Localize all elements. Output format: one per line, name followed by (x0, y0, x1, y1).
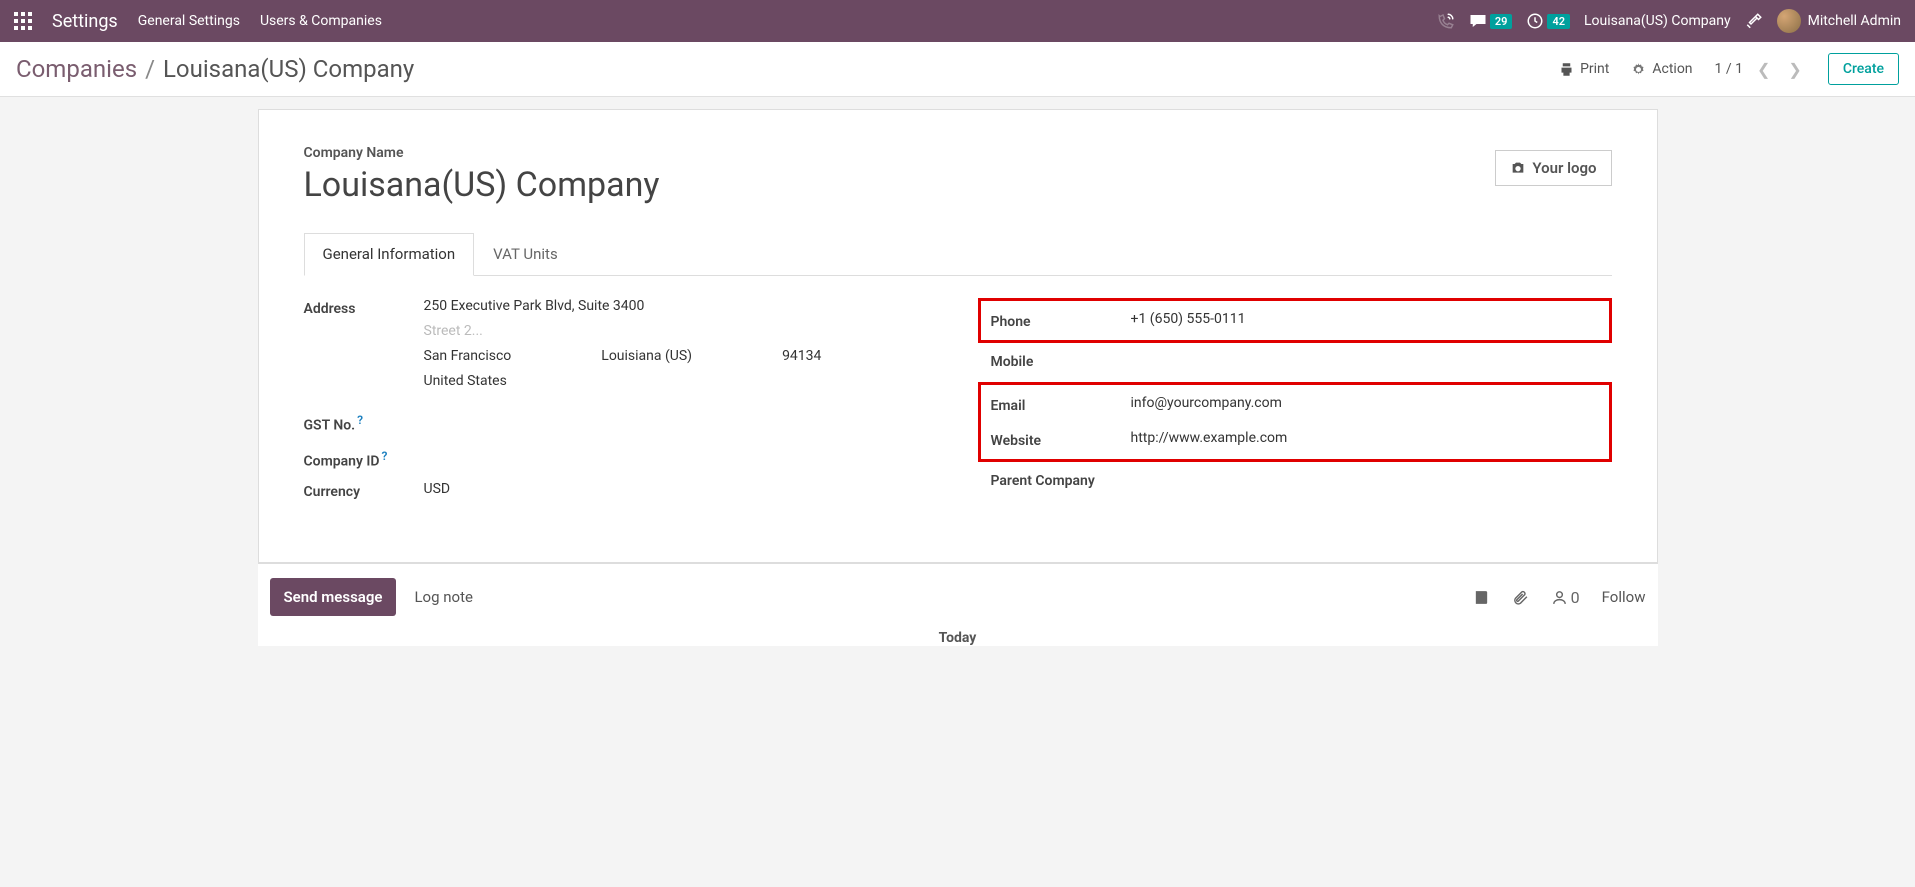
currency-value[interactable]: USD (424, 481, 938, 497)
gst-help-icon[interactable]: ? (357, 413, 363, 427)
highlight-phone: Phone +1 (650) 555-0111 (978, 298, 1612, 343)
print-button[interactable]: Print (1559, 61, 1609, 77)
nav-general-settings[interactable]: General Settings (138, 13, 240, 29)
action-bar: Companies / Louisana(US) Company Print A… (0, 42, 1915, 97)
pager: 1 / 1 ❮ ❯ (1715, 56, 1806, 83)
app-title: Settings (52, 11, 118, 32)
nav-users-companies[interactable]: Users & Companies (260, 13, 382, 29)
gst-no-label: GST No.? (304, 410, 424, 434)
messages-badge: 29 (1490, 14, 1513, 29)
send-message-button[interactable]: Send message (270, 578, 397, 616)
address-zip[interactable]: 94134 (782, 348, 821, 364)
company-id-help-icon[interactable]: ? (382, 449, 388, 463)
action-button[interactable]: Action (1631, 61, 1692, 77)
breadcrumb: Companies / Louisana(US) Company (16, 55, 414, 83)
form-sheet: Your logo Company Name Louisana(US) Comp… (258, 109, 1658, 563)
avatar (1777, 9, 1801, 33)
address-label: Address (304, 298, 424, 317)
form-col-right: Phone +1 (650) 555-0111 Mobile Email inf… (978, 298, 1612, 512)
messages-icon[interactable]: 29 (1469, 12, 1513, 30)
breadcrumb-sep: / (145, 55, 155, 83)
today-separator: Today (258, 630, 1658, 646)
top-nav: Settings General Settings Users & Compan… (0, 0, 1915, 42)
tabs: General Information VAT Units (304, 233, 1612, 276)
create-button[interactable]: Create (1828, 53, 1899, 85)
tab-vat-units[interactable]: VAT Units (474, 233, 577, 275)
mobile-label: Mobile (991, 351, 1131, 370)
pager-prev[interactable]: ❮ (1753, 56, 1774, 83)
address-country[interactable]: United States (424, 373, 938, 389)
activities-badge: 42 (1547, 14, 1570, 29)
followers-count: 0 (1571, 588, 1580, 607)
form-col-left: Address 250 Executive Park Blvd, Suite 3… (304, 298, 938, 512)
address-street2[interactable]: Street 2... (424, 323, 938, 339)
pager-next[interactable]: ❯ (1784, 56, 1805, 83)
address-city[interactable]: San Francisco (424, 348, 512, 364)
breadcrumb-root[interactable]: Companies (16, 55, 137, 83)
company-switcher[interactable]: Louisana(US) Company (1584, 13, 1731, 29)
email-value[interactable]: info@yourcompany.com (1131, 395, 1599, 411)
company-id-label: Company ID? (304, 446, 424, 470)
attachment-icon[interactable] (1512, 589, 1529, 606)
tab-general-information[interactable]: General Information (304, 233, 475, 276)
website-value[interactable]: http://www.example.com (1131, 430, 1599, 446)
activities-icon[interactable]: 42 (1526, 12, 1570, 30)
phone-icon[interactable] (1437, 12, 1455, 30)
chatter: Send message Log note 0 Follow Today (258, 563, 1658, 646)
breadcrumb-current: Louisana(US) Company (163, 55, 414, 83)
pager-text: 1 / 1 (1715, 61, 1743, 77)
address-state[interactable]: Louisiana (US) (601, 348, 692, 364)
currency-label: Currency (304, 481, 424, 500)
email-label: Email (991, 395, 1131, 414)
apps-icon[interactable] (14, 12, 32, 30)
follow-button[interactable]: Follow (1602, 588, 1646, 606)
user-name: Mitchell Admin (1808, 13, 1901, 29)
parent-company-label: Parent Company (991, 470, 1131, 489)
phone-label: Phone (991, 311, 1131, 330)
highlight-email-website: Email info@yourcompany.com Website http:… (978, 382, 1612, 462)
website-label: Website (991, 430, 1131, 449)
log-note-button[interactable]: Log note (414, 588, 472, 606)
company-name-label: Company Name (304, 145, 1612, 161)
user-menu[interactable]: Mitchell Admin (1777, 9, 1901, 33)
phone-value[interactable]: +1 (650) 555-0111 (1131, 311, 1599, 327)
address-street1[interactable]: 250 Executive Park Blvd, Suite 3400 (424, 298, 938, 314)
your-logo-button[interactable]: Your logo (1495, 150, 1611, 186)
book-icon[interactable] (1473, 589, 1490, 606)
debug-icon[interactable] (1745, 12, 1763, 30)
company-name-value[interactable]: Louisana(US) Company (304, 165, 1612, 205)
followers-icon[interactable]: 0 (1551, 588, 1580, 607)
